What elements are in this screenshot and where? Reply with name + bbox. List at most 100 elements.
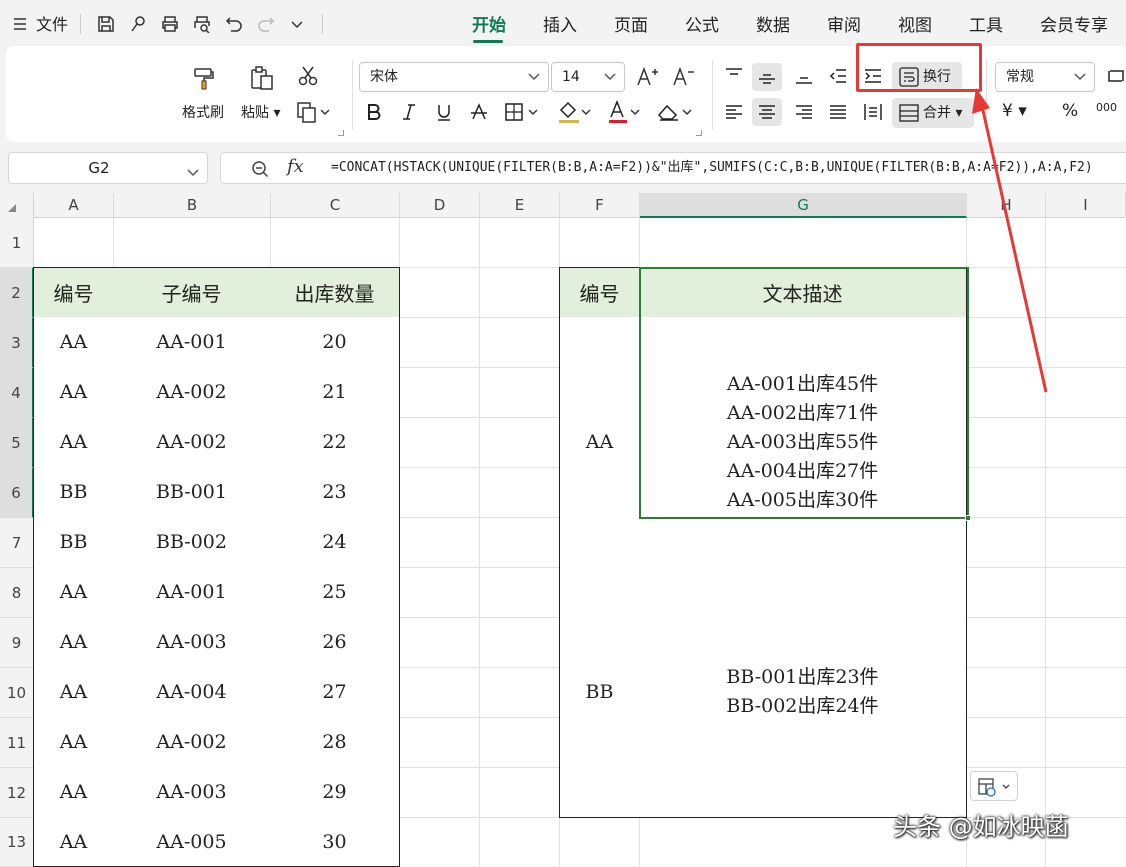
zoom-formula-icon[interactable]: [249, 159, 271, 179]
decrease-indent-icon[interactable]: [826, 64, 850, 88]
file-menu[interactable]: 文件: [36, 15, 68, 35]
paste-icon[interactable]: [247, 64, 277, 92]
align-top-icon[interactable]: [722, 64, 746, 88]
clear-format-icon[interactable]: [656, 100, 696, 124]
text-description-cell[interactable]: AA-001出库45件 AA-002出库71件 AA-003出库55件 AA-004出…: [639, 317, 967, 568]
table-cell[interactable]: 24: [270, 517, 400, 568]
header-cell[interactable]: 出库数量: [270, 267, 400, 318]
table-cell[interactable]: 23: [270, 467, 400, 518]
table-cell[interactable]: AA: [33, 667, 114, 718]
table-cell[interactable]: AA: [33, 567, 114, 618]
align-bottom-icon[interactable]: [792, 64, 816, 88]
table-cell[interactable]: AA: [33, 817, 114, 867]
row-header-13[interactable]: 13: [0, 818, 34, 867]
table-cell[interactable]: BB-001: [113, 467, 271, 518]
text-description-cell[interactable]: BB-001出库23件 BB-002出库24件: [639, 567, 967, 818]
column-header-f[interactable]: F: [560, 193, 640, 218]
increase-font-size-icon[interactable]: [634, 64, 660, 90]
undo-icon[interactable]: [224, 14, 244, 34]
table-cell[interactable]: AA-002: [113, 417, 271, 468]
row-header-6[interactable]: 6: [0, 468, 34, 518]
tab-review[interactable]: 审阅: [827, 14, 861, 38]
format-painter-label[interactable]: 格式刷: [182, 104, 224, 122]
header-cell[interactable]: 编号: [559, 267, 640, 318]
header-cell[interactable]: 编号: [33, 267, 114, 318]
font-name-select[interactable]: 宋体: [359, 62, 549, 92]
column-header-i[interactable]: I: [1046, 193, 1126, 218]
font-size-select[interactable]: 14: [551, 62, 625, 92]
redo-icon[interactable]: [256, 14, 276, 34]
code-cell[interactable]: BB: [559, 567, 640, 818]
table-cell[interactable]: 21: [270, 367, 400, 418]
convert-icon[interactable]: [1104, 64, 1126, 88]
fill-color-icon[interactable]: [556, 98, 594, 126]
table-cell[interactable]: AA-001: [113, 317, 271, 368]
table-cell[interactable]: AA: [33, 367, 114, 418]
table-cell[interactable]: 28: [270, 717, 400, 768]
column-header-g[interactable]: G: [640, 193, 967, 218]
row-header-8[interactable]: 8: [0, 568, 34, 618]
distributed-align-icon[interactable]: [861, 100, 885, 124]
percent-format-button[interactable]: %: [1062, 102, 1078, 120]
print-icon[interactable]: [160, 14, 180, 34]
quick-access-dropdown-icon[interactable]: [288, 16, 306, 34]
row-header-11[interactable]: 11: [0, 718, 34, 768]
table-cell[interactable]: 29: [270, 767, 400, 818]
row-header-1[interactable]: 1: [0, 218, 34, 268]
formula-bar[interactable]: fx =CONCAT(HSTACK(UNIQUE(FILTER(B:B,A:A=…: [220, 152, 1126, 184]
column-header-a[interactable]: A: [34, 193, 114, 218]
format-painter-icon[interactable]: [190, 64, 218, 92]
spreadsheet-grid[interactable]: ABCDEFGHI 1 2 3 4 5 6 7 8 9 10 11 12 13 编号 子编号 出库数量 AA A…: [0, 193, 1126, 867]
save-icon[interactable]: [96, 14, 116, 34]
table-cell[interactable]: AA-004: [113, 667, 271, 718]
table-cell[interactable]: AA: [33, 767, 114, 818]
underline-icon[interactable]: [433, 100, 455, 124]
name-box[interactable]: G2: [8, 152, 208, 184]
hamburger-menu-icon[interactable]: [12, 16, 28, 32]
column-header-d[interactable]: D: [400, 193, 480, 218]
paste-label[interactable]: 粘贴 ▾: [241, 104, 280, 122]
print-preview-icon[interactable]: [192, 14, 212, 34]
align-left-icon[interactable]: [722, 100, 746, 124]
tab-home[interactable]: 开始: [472, 14, 506, 38]
table-cell[interactable]: AA: [33, 317, 114, 368]
select-all-corner[interactable]: [0, 193, 34, 218]
tab-data[interactable]: 数据: [756, 14, 790, 38]
italic-icon[interactable]: [398, 100, 420, 124]
row-header-7[interactable]: 7: [0, 518, 34, 568]
row-header-5[interactable]: 5: [0, 418, 34, 468]
table-cell[interactable]: 22: [270, 417, 400, 468]
row-header-3[interactable]: 3: [0, 318, 34, 368]
borders-icon[interactable]: [504, 100, 542, 124]
insert-function-icon[interactable]: fx: [287, 156, 304, 177]
cut-icon[interactable]: [296, 64, 320, 88]
column-header-e[interactable]: E: [480, 193, 560, 218]
row-header-9[interactable]: 9: [0, 618, 34, 668]
table-cell[interactable]: BB-002: [113, 517, 271, 568]
table-cell[interactable]: 30: [270, 817, 400, 867]
row-header-4[interactable]: 4: [0, 368, 34, 418]
tab-member[interactable]: 会员专享: [1040, 14, 1108, 38]
format-brush-quick-icon[interactable]: [128, 14, 148, 34]
bold-icon[interactable]: [363, 100, 385, 124]
paste-options-button[interactable]: [970, 771, 1018, 801]
column-header-b[interactable]: B: [114, 193, 271, 218]
header-cell[interactable]: 子编号: [113, 267, 271, 318]
clipboard-group-launcher[interactable]: [338, 130, 344, 136]
fill-handle[interactable]: [965, 515, 971, 521]
table-cell[interactable]: AA-003: [113, 617, 271, 668]
table-cell[interactable]: AA: [33, 417, 114, 468]
align-center-icon[interactable]: [755, 100, 779, 124]
tab-view[interactable]: 视图: [898, 14, 932, 38]
column-header-h[interactable]: H: [967, 193, 1046, 218]
tab-tools[interactable]: 工具: [969, 14, 1003, 38]
table-cell[interactable]: 25: [270, 567, 400, 618]
table-cell[interactable]: 26: [270, 617, 400, 668]
column-header-c[interactable]: C: [271, 193, 400, 218]
copy-icon[interactable]: [296, 100, 330, 124]
strikethrough-icon[interactable]: [468, 100, 490, 124]
font-group-launcher[interactable]: [696, 130, 702, 136]
table-cell[interactable]: AA-005: [113, 817, 271, 867]
table-cell[interactable]: AA-001: [113, 567, 271, 618]
tab-formula[interactable]: 公式: [685, 14, 719, 38]
